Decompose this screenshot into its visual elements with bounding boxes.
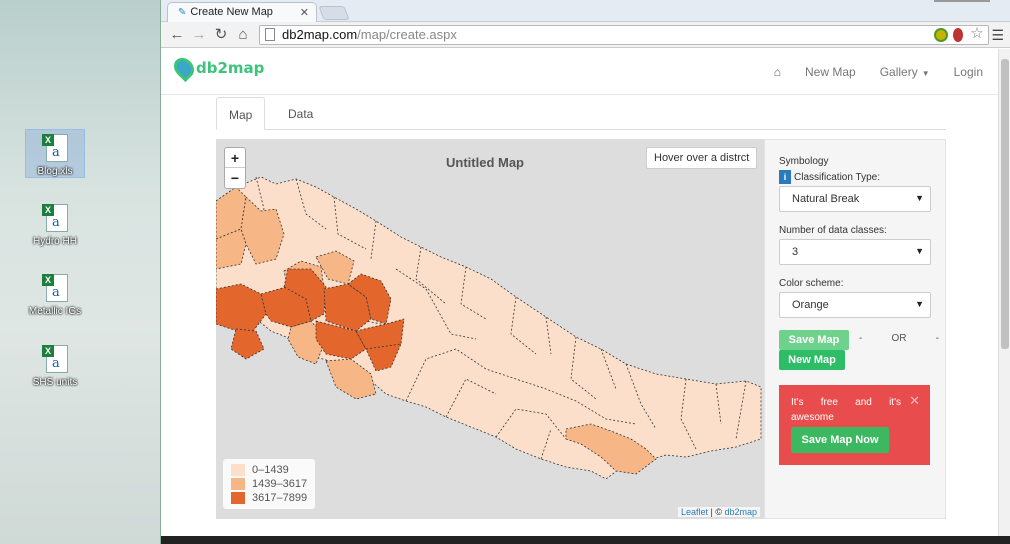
zoom-out-button[interactable]: − <box>225 168 245 188</box>
scheme-value: Orange <box>792 299 829 311</box>
legend-swatch <box>231 464 245 476</box>
or-separator: - OR - <box>859 333 939 344</box>
legend-swatch <box>231 492 245 504</box>
zoom-in-button[interactable]: + <box>225 148 245 168</box>
legend-row: 1439–3617 <box>231 477 307 491</box>
site-logo[interactable]: db2map <box>169 53 265 83</box>
classification-select[interactable]: Natural Break ▼ <box>779 186 931 212</box>
bookmark-star-icon[interactable]: ☆ <box>967 25 987 43</box>
map-attribution: Leaflet | © db2map <box>677 507 760 517</box>
map-canvas[interactable]: + − Untitled Map Hover over a distrct 0–… <box>216 139 764 519</box>
db2map-link[interactable]: db2map <box>724 507 757 517</box>
info-icon[interactable]: i <box>779 170 791 184</box>
caret-down-icon: ▼ <box>915 246 924 256</box>
reload-icon[interactable]: ↻ <box>211 26 231 44</box>
excel-file-icon: Xa <box>42 134 68 164</box>
page-scrollbar[interactable] <box>998 49 1010 536</box>
promo-alert: It's free and it's awesome ✕ Save Map No… <box>779 385 930 465</box>
extension-icon[interactable] <box>934 28 948 42</box>
home-icon[interactable]: ⌂ <box>233 26 253 44</box>
desktop-file-label: SHS units <box>32 377 78 388</box>
desktop-file-label: Hydro HH <box>33 236 77 247</box>
legend-swatch <box>231 478 245 490</box>
nav-new-map[interactable]: New Map <box>805 65 856 79</box>
legend-label: 1439–3617 <box>252 478 308 490</box>
classes-select[interactable]: 3 ▼ <box>779 239 931 265</box>
browser-tab-title: Create New Map <box>190 6 273 18</box>
desktop-file-icon[interactable]: Xa SHS units <box>26 341 84 388</box>
scrollbar-thumb[interactable] <box>1001 59 1009 349</box>
save-map-now-button[interactable]: Save Map Now <box>791 427 889 453</box>
or-dash-right: - <box>935 333 939 344</box>
symbology-heading: Symbology <box>779 156 829 167</box>
desktop-file-label: Blog.xls <box>37 166 73 177</box>
save-map-button[interactable]: Save Map <box>779 330 849 350</box>
leaflet-link[interactable]: Leaflet <box>681 507 708 517</box>
caret-down-icon: ▼ <box>915 193 924 203</box>
or-text: OR <box>891 333 907 344</box>
legend-label: 3617–7899 <box>252 492 308 504</box>
desktop-file-icon[interactable]: Xa Hydro HH <box>26 200 84 247</box>
tab-data[interactable]: Data <box>276 97 325 130</box>
map-legend: 0–1439 1439–3617 3617–7899 <box>223 459 316 509</box>
url-path: /map/create.aspx <box>357 27 457 42</box>
page-tabs: Map Data <box>216 97 946 130</box>
excel-file-icon: Xa <box>42 274 68 304</box>
site-navbar: db2map ⌂ New Map Gallery ▼ Login <box>161 49 999 95</box>
district-region <box>230 328 265 360</box>
attribution-separator: | © <box>707 507 725 517</box>
legend-label: 0–1439 <box>252 464 289 476</box>
desktop-file-icon[interactable]: Xa Blog.xls <box>25 129 85 178</box>
classification-label: i Classification Type: <box>779 170 880 184</box>
nav-login[interactable]: Login <box>954 65 983 79</box>
excel-file-icon: Xa <box>42 204 68 234</box>
scheme-select[interactable]: Orange ▼ <box>779 292 931 318</box>
address-bar[interactable]: db2map.com/map/create.aspx <box>259 25 989 45</box>
url-host: db2map.com <box>282 27 358 42</box>
new-tab-button[interactable] <box>318 6 350 20</box>
tab-map[interactable]: Map <box>216 97 266 130</box>
forward-icon[interactable]: → <box>189 26 209 44</box>
desktop-file-label: Metallic IGs <box>28 306 82 317</box>
browser-toolbar: ← → ↻ ⌂ db2map.com/map/create.aspx ☆ ☰ <box>161 22 1010 48</box>
symbology-panel: Symbology i Classification Type: Natural … <box>764 139 946 519</box>
nav-gallery-label: Gallery <box>879 65 918 79</box>
or-dash-left: - <box>859 333 863 344</box>
caret-down-icon: ▼ <box>921 69 930 78</box>
map-title: Untitled Map <box>446 155 524 170</box>
page-viewport: db2map ⌂ New Map Gallery ▼ Login Map Data <box>161 49 999 536</box>
classification-value: Natural Break <box>792 193 860 205</box>
map-pin-icon <box>169 53 199 83</box>
taskbar-edge <box>161 536 1010 544</box>
page-icon <box>265 28 275 41</box>
home-icon[interactable]: ⌂ <box>774 65 781 79</box>
new-map-button[interactable]: New Map <box>779 350 845 370</box>
desktop-file-icon[interactable]: Xa Metallic IGs <box>26 270 84 317</box>
zoom-control: + − <box>224 147 246 189</box>
tab-strip: ✎ Create New Map ✕ <box>161 0 1010 22</box>
scheme-label: Color scheme: <box>779 278 844 289</box>
promo-text: It's free and it's awesome <box>791 397 901 423</box>
browser-window: ✎ Create New Map ✕ ← → ↻ ⌂ db2map.com/map… <box>160 0 1010 544</box>
legend-row: 0–1439 <box>231 463 307 477</box>
extension-icon[interactable] <box>953 28 963 42</box>
back-icon[interactable]: ← <box>167 26 187 44</box>
nav-gallery[interactable]: Gallery ▼ <box>880 65 930 79</box>
map-favicon-icon: ✎ <box>178 7 187 18</box>
desktop: Xa Blog.xls Xa Hydro HH Xa Metallic IGs … <box>0 0 160 544</box>
close-icon[interactable]: ✕ <box>909 393 920 409</box>
legend-row: 3617–7899 <box>231 491 307 505</box>
caret-down-icon: ▼ <box>915 299 924 309</box>
browser-menu-icon[interactable]: ☰ <box>991 27 1004 44</box>
classification-label-text: Classification Type: <box>794 172 880 183</box>
close-tab-icon[interactable]: ✕ <box>300 6 309 19</box>
classes-value: 3 <box>792 246 799 258</box>
logo-text: db2map <box>196 59 265 77</box>
excel-file-icon: Xa <box>42 345 68 375</box>
browser-tab[interactable]: ✎ Create New Map ✕ <box>167 2 317 22</box>
hover-info-box: Hover over a distrct <box>646 147 758 169</box>
window-controls <box>934 0 990 2</box>
classes-label: Number of data classes: <box>779 225 887 236</box>
